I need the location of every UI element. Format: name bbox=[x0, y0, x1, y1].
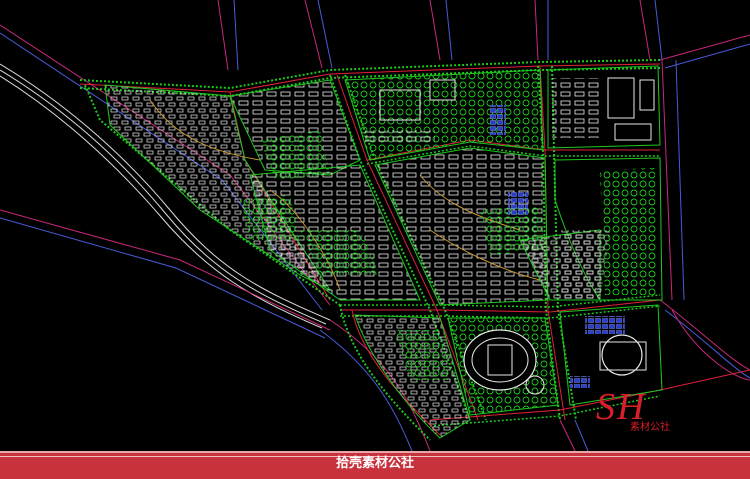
watermark-subtitle: 素材公社 bbox=[630, 422, 670, 433]
civic-block-north bbox=[344, 69, 544, 161]
footer-caption: 拾壳素材公社 bbox=[335, 456, 414, 471]
residential-block-east bbox=[554, 157, 663, 301]
site-plan-drawing bbox=[0, 0, 750, 451]
watermark-letters: SH bbox=[596, 386, 647, 428]
sh-logo-watermark: SH 素材公社 bbox=[596, 388, 686, 438]
cad-site-plan-screenshot: SH 素材公社 拾壳素材公社 bbox=[0, 0, 750, 479]
civic-block-northeast bbox=[547, 65, 661, 149]
